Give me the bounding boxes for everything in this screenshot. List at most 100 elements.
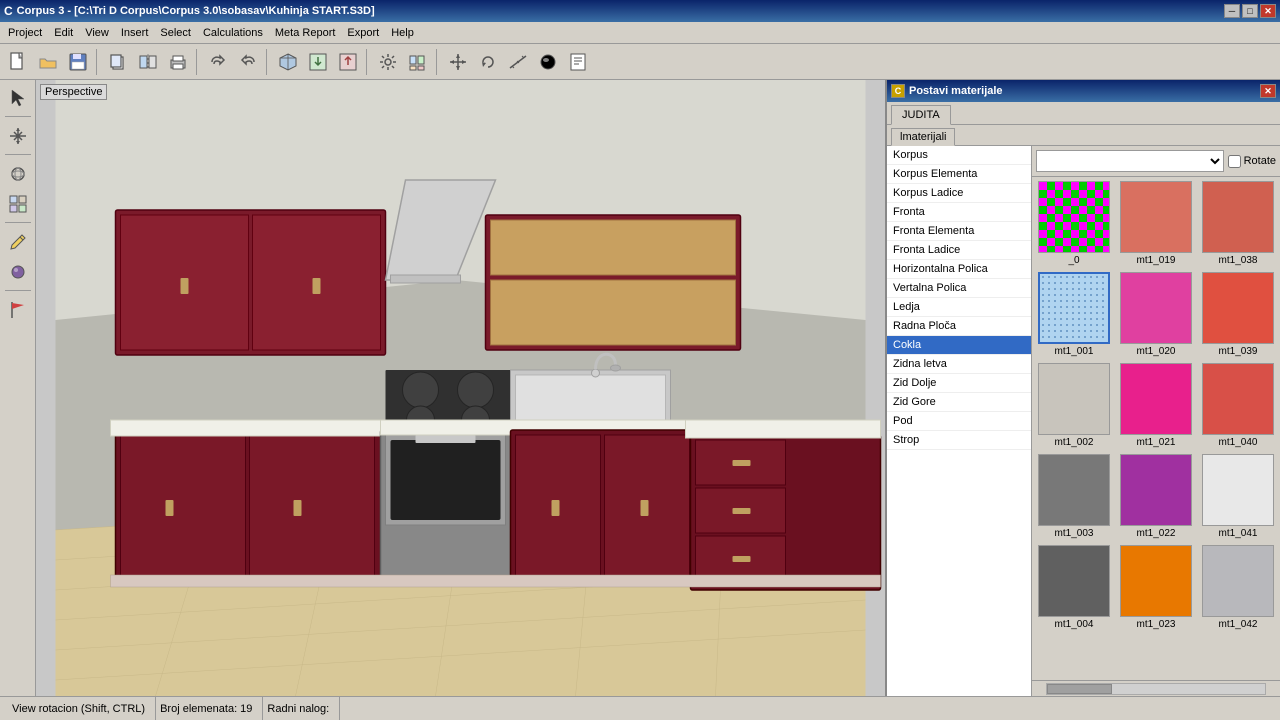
material-swatch bbox=[1120, 363, 1192, 435]
material-list[interactable]: KorpusKorpus ElementaKorpus LadiceFronta… bbox=[887, 146, 1031, 696]
menu-edit[interactable]: Edit bbox=[48, 25, 79, 41]
list-item[interactable]: Korpus Ladice bbox=[887, 184, 1031, 203]
copy-button[interactable] bbox=[104, 48, 132, 76]
material-item[interactable]: mt1_020 bbox=[1118, 272, 1194, 357]
material-item[interactable]: mt1_022 bbox=[1118, 454, 1194, 539]
list-item[interactable]: Korpus Elementa bbox=[887, 165, 1031, 184]
list-item[interactable]: Zidna letva bbox=[887, 355, 1031, 374]
material-item[interactable]: mt1_001 bbox=[1036, 272, 1112, 357]
material-item[interactable]: mt1_004 bbox=[1036, 545, 1112, 630]
perspective-label: Perspective bbox=[40, 84, 107, 100]
menu-insert[interactable]: Insert bbox=[115, 25, 155, 41]
list-item[interactable]: Strop bbox=[887, 431, 1031, 450]
material-item[interactable]: _0 bbox=[1036, 181, 1112, 266]
material-swatch bbox=[1202, 272, 1274, 344]
left-toolbar-sep-4 bbox=[5, 290, 31, 292]
list-item[interactable]: Horizontalna Polica bbox=[887, 260, 1031, 279]
grid-scrollbar[interactable] bbox=[1032, 680, 1280, 696]
menu-export[interactable]: Export bbox=[341, 25, 385, 41]
report-button[interactable] bbox=[564, 48, 592, 76]
undo-button[interactable] bbox=[204, 48, 232, 76]
rotate-checkbox-container: Rotate bbox=[1228, 155, 1276, 168]
list-item[interactable]: Ledja bbox=[887, 298, 1031, 317]
material-label: _0 bbox=[1068, 255, 1079, 266]
materials-grid[interactable]: _0 mt1_019mt1_038 mt1_001 mt1_020 mt1_039 mt1… bbox=[1032, 177, 1280, 680]
list-item[interactable]: Vertalna Polica bbox=[887, 279, 1031, 298]
dialog-title-bar: C Postavi materijale ✕ bbox=[887, 80, 1280, 102]
flag-tool[interactable] bbox=[4, 296, 32, 324]
close-button[interactable]: ✕ bbox=[1260, 4, 1276, 18]
material-item[interactable]: mt1_041 bbox=[1200, 454, 1276, 539]
list-item[interactable]: Zid Dolje bbox=[887, 374, 1031, 393]
toolbar-separator-2 bbox=[196, 49, 200, 75]
export-button[interactable] bbox=[334, 48, 362, 76]
rotate-checkbox[interactable] bbox=[1228, 155, 1241, 168]
material-label: mt1_001 bbox=[1055, 346, 1094, 357]
material-item[interactable]: mt1_003 bbox=[1036, 454, 1112, 539]
render-button[interactable] bbox=[534, 48, 562, 76]
view-tool[interactable] bbox=[4, 190, 32, 218]
viewport: Perspective bbox=[36, 80, 885, 696]
save-button[interactable] bbox=[64, 48, 92, 76]
status-elements: Broj elemenata: 19 bbox=[156, 697, 263, 720]
rotate-button[interactable] bbox=[474, 48, 502, 76]
mirror-button[interactable] bbox=[134, 48, 162, 76]
material-label: mt1_020 bbox=[1137, 346, 1176, 357]
material-item[interactable]: mt1_002 bbox=[1036, 363, 1112, 448]
material-swatch bbox=[1038, 363, 1110, 435]
menu-view[interactable]: View bbox=[79, 25, 115, 41]
menu-bar: Project Edit View Insert Select Calculat… bbox=[0, 22, 1280, 44]
material-swatch bbox=[1120, 454, 1192, 526]
import-button[interactable] bbox=[304, 48, 332, 76]
material-label: mt1_039 bbox=[1219, 346, 1258, 357]
status-bar: View rotacion (Shift, CTRL) Broj elemena… bbox=[0, 696, 1280, 720]
material-item[interactable]: mt1_019 bbox=[1118, 181, 1194, 266]
material-tool[interactable] bbox=[4, 258, 32, 286]
catalog-button[interactable] bbox=[404, 48, 432, 76]
print-button[interactable] bbox=[164, 48, 192, 76]
menu-project[interactable]: Project bbox=[2, 25, 48, 41]
maximize-button[interactable]: □ bbox=[1242, 4, 1258, 18]
menu-select[interactable]: Select bbox=[154, 25, 197, 41]
dialog-close-button[interactable]: ✕ bbox=[1260, 84, 1276, 98]
title-bar-controls: ─ □ ✕ bbox=[1224, 4, 1276, 18]
list-item[interactable]: Zid Gore bbox=[887, 393, 1031, 412]
material-swatch bbox=[1202, 454, 1274, 526]
new-button[interactable] bbox=[4, 48, 32, 76]
material-item[interactable]: mt1_023 bbox=[1118, 545, 1194, 630]
redo-button[interactable] bbox=[234, 48, 262, 76]
select-tool[interactable] bbox=[4, 84, 32, 112]
material-item[interactable]: mt1_038 bbox=[1200, 181, 1276, 266]
3d-box-button[interactable] bbox=[274, 48, 302, 76]
list-item[interactable]: Fronta Ladice bbox=[887, 241, 1031, 260]
list-item[interactable]: Fronta bbox=[887, 203, 1031, 222]
menu-meta-report[interactable]: Meta Report bbox=[269, 25, 342, 41]
material-item[interactable]: mt1_042 bbox=[1200, 545, 1276, 630]
list-item[interactable]: Korpus bbox=[887, 146, 1031, 165]
grid-toolbar: Rotate bbox=[1032, 146, 1280, 177]
material-item[interactable]: mt1_040 bbox=[1200, 363, 1276, 448]
menu-calculations[interactable]: Calculations bbox=[197, 25, 269, 41]
material-swatch bbox=[1038, 545, 1110, 617]
material-swatch bbox=[1038, 181, 1110, 253]
measure-button[interactable] bbox=[504, 48, 532, 76]
material-item[interactable]: mt1_021 bbox=[1118, 363, 1194, 448]
tab-judita[interactable]: JUDITA bbox=[891, 105, 951, 125]
list-item[interactable]: Cokla bbox=[887, 336, 1031, 355]
dialog-title-text: Postavi materijale bbox=[909, 85, 1003, 97]
material-item[interactable]: mt1_039 bbox=[1200, 272, 1276, 357]
pencil-tool[interactable] bbox=[4, 228, 32, 256]
settings-button[interactable] bbox=[374, 48, 402, 76]
minimize-button[interactable]: ─ bbox=[1224, 4, 1240, 18]
open-button[interactable] bbox=[34, 48, 62, 76]
sub-tab-imaterijali[interactable]: lmaterijali bbox=[891, 128, 955, 146]
move-button[interactable] bbox=[444, 48, 472, 76]
list-item[interactable]: Radna Ploča bbox=[887, 317, 1031, 336]
list-item[interactable]: Pod bbox=[887, 412, 1031, 431]
list-item[interactable]: Fronta Elementa bbox=[887, 222, 1031, 241]
pan-tool[interactable] bbox=[4, 122, 32, 150]
material-label: mt1_042 bbox=[1219, 619, 1258, 630]
material-dropdown[interactable] bbox=[1036, 150, 1224, 172]
orbit-tool[interactable] bbox=[4, 160, 32, 188]
menu-help[interactable]: Help bbox=[385, 25, 420, 41]
